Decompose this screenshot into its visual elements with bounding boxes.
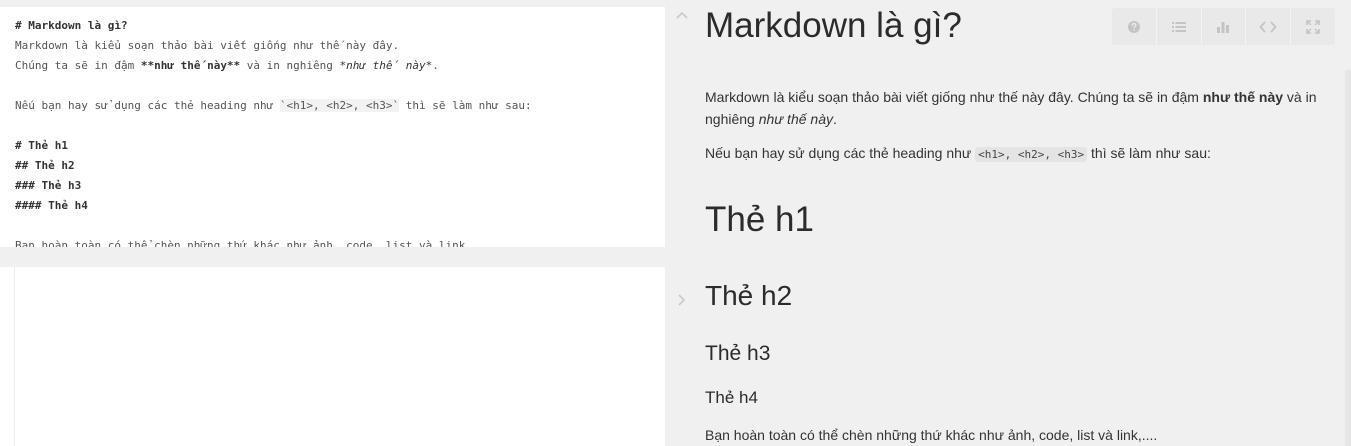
editor-line: ### Thẻ h3 bbox=[15, 179, 82, 192]
editor-gutter bbox=[14, 267, 15, 446]
editor-italic-text: *như thế này* bbox=[339, 59, 433, 72]
fullscreen-button[interactable] bbox=[1291, 8, 1335, 45]
preview-text-segment: thì sẽ làm như sau: bbox=[1087, 145, 1211, 161]
html-code-button[interactable] bbox=[1246, 8, 1292, 45]
preview-paragraph: Nếu bạn hay sử dụng các thẻ heading như … bbox=[705, 142, 1335, 166]
stats-button[interactable] bbox=[1202, 8, 1247, 45]
code-icon bbox=[1259, 20, 1277, 34]
preview-text-segment: Markdown là kiểu soạn thảo bài viết giốn… bbox=[705, 89, 1203, 105]
help-button[interactable] bbox=[1112, 8, 1157, 45]
markdown-editor-app: # Markdown là gì? Markdown là kiểu soạn … bbox=[0, 0, 1351, 446]
editor-pane-lower[interactable] bbox=[0, 267, 665, 446]
preview-toolbar bbox=[1112, 8, 1335, 45]
editor-line: Chúng ta sẽ in đậm **như thế này** và in… bbox=[15, 56, 655, 76]
toc-button[interactable] bbox=[1157, 8, 1202, 45]
preview-heading-h3: Thẻ h3 bbox=[705, 342, 771, 365]
preview-paragraph: Markdown là kiểu soạn thảo bài viết giốn… bbox=[705, 86, 1335, 130]
editor-text-segment: Chúng ta sẽ in đậm bbox=[15, 59, 141, 72]
preview-heading-h2: Thẻ h2 bbox=[705, 280, 793, 311]
preview-text-segment: . bbox=[832, 111, 837, 127]
editor-pane[interactable]: # Markdown là gì? Markdown là kiểu soạn … bbox=[0, 7, 665, 252]
editor-line: Nếu bạn hay sử dụng các thẻ heading như … bbox=[15, 96, 655, 116]
preview-title: Markdown là gì? bbox=[705, 6, 962, 45]
help-icon bbox=[1127, 20, 1141, 34]
preview-italic-text: như thế này bbox=[758, 111, 833, 127]
list-icon bbox=[1171, 20, 1187, 34]
expand-right-icon[interactable] bbox=[675, 293, 689, 307]
preview-scrollbar[interactable] bbox=[1345, 70, 1351, 446]
editor-inline-code: `<h1>, <h2>, <h3>` bbox=[279, 99, 400, 112]
bar-chart-icon bbox=[1216, 20, 1230, 34]
editor-line: # Markdown là gì? bbox=[15, 19, 128, 32]
editor-line: Markdown là kiểu soạn thảo bài viết giốn… bbox=[15, 39, 400, 52]
preview-paragraph: Bạn hoàn toàn có thể chèn những thứ khác… bbox=[705, 427, 1158, 443]
editor-divider bbox=[0, 247, 665, 267]
preview-heading-h1: Thẻ h1 bbox=[705, 200, 814, 239]
collapse-up-icon[interactable] bbox=[675, 9, 689, 23]
editor-text-segment: Nếu bạn hay sử dụng các thẻ heading như bbox=[15, 99, 280, 112]
preview-heading-h4: Thẻ h4 bbox=[705, 388, 758, 407]
editor-text-segment: và in nghiêng bbox=[240, 59, 340, 72]
editor-line: ## Thẻ h2 bbox=[15, 159, 75, 172]
preview-text-segment: Nếu bạn hay sử dụng các thẻ heading như bbox=[705, 145, 976, 161]
preview-bold-text: như thế này bbox=[1202, 89, 1284, 105]
editor-text-segment: thì sẽ làm như sau: bbox=[399, 99, 532, 112]
editor-text[interactable]: # Markdown là gì? Markdown là kiểu soạn … bbox=[15, 16, 655, 256]
editor-text-segment: . bbox=[432, 59, 439, 72]
editor-line: #### Thẻ h4 bbox=[15, 199, 88, 212]
preview-pane: Markdown là gì? Markdown là kiểu soạn th… bbox=[705, 0, 1345, 446]
editor-bold-text: **như thế này** bbox=[140, 59, 241, 72]
preview-inline-code: <h1>, <h2>, <h3> bbox=[975, 147, 1088, 162]
fullscreen-icon bbox=[1306, 19, 1320, 34]
editor-line: # Thẻ h1 bbox=[15, 139, 68, 152]
